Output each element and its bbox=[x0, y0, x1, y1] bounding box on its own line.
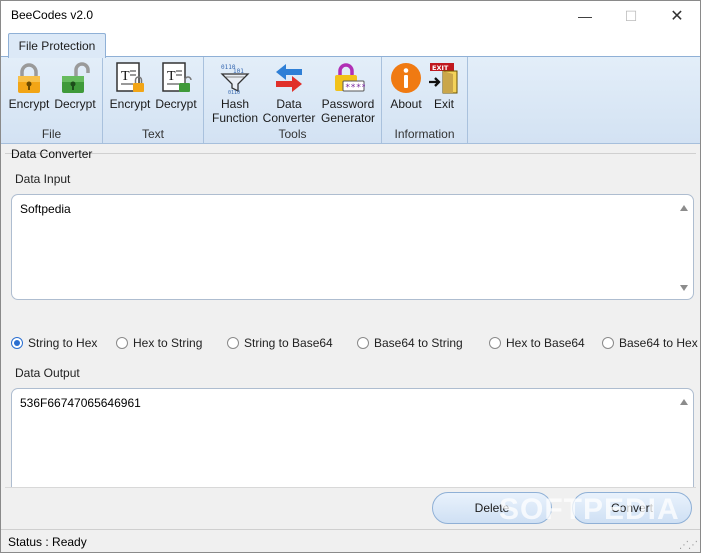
ribbon-group-text: T Encrypt T Decrypt Text bbox=[103, 57, 204, 143]
data-input-value[interactable]: Softpedia bbox=[20, 202, 71, 216]
password-generator-button[interactable]: **** Password Generator bbox=[318, 61, 378, 125]
exit-door-icon: EXIT bbox=[427, 61, 461, 95]
swap-arrows-icon bbox=[272, 61, 306, 95]
radio-label: Hex to String bbox=[133, 336, 203, 350]
file-encrypt-button[interactable]: Encrypt bbox=[7, 61, 51, 111]
radio-dot[interactable] bbox=[227, 337, 239, 349]
radio-label: Base64 to Hex bbox=[619, 336, 698, 350]
svg-text:****: **** bbox=[345, 83, 365, 93]
radio-base64-to-string[interactable]: Base64 to String bbox=[357, 336, 463, 350]
group-label-text: Text bbox=[141, 127, 164, 141]
scroll-down-icon[interactable] bbox=[680, 285, 688, 291]
resize-grip-icon[interactable]: ⋰⋰ bbox=[679, 540, 698, 551]
hash-function-label-2: Function bbox=[211, 111, 259, 125]
ribbon-group-tools: 0110 101 0110 Hash Function Data Convert… bbox=[204, 57, 382, 143]
file-encrypt-label: Encrypt bbox=[8, 97, 50, 111]
svg-text:0110: 0110 bbox=[228, 90, 240, 95]
data-output-value[interactable]: 536F66747065646961 bbox=[20, 396, 141, 410]
radio-dot[interactable] bbox=[357, 337, 369, 349]
panel-border bbox=[5, 153, 696, 154]
about-button[interactable]: About bbox=[385, 61, 427, 111]
radio-hex-to-base64[interactable]: Hex to Base64 bbox=[489, 336, 585, 350]
group-label-information: Information bbox=[394, 127, 455, 141]
group-label-file: File bbox=[41, 127, 62, 141]
radio-label: String to Hex bbox=[28, 336, 98, 350]
svg-text:T: T bbox=[121, 69, 130, 84]
data-input-label: Data Input bbox=[15, 172, 71, 186]
close-button[interactable]: ✕ bbox=[654, 1, 700, 31]
maximize-icon: ☐ bbox=[624, 7, 638, 24]
funnel-icon: 0110 101 0110 bbox=[218, 61, 252, 96]
hash-function-label-1: Hash bbox=[220, 97, 249, 111]
data-converter-label-1: Data bbox=[276, 97, 302, 111]
minimize-button[interactable]: — bbox=[562, 1, 608, 31]
data-output-textbox[interactable]: 536F66747065646961 bbox=[11, 388, 694, 498]
ribbon-group-file: Encrypt Decrypt File bbox=[1, 57, 103, 143]
radio-string-to-hex[interactable]: String to Hex bbox=[11, 336, 97, 350]
tab-file-protection[interactable]: File Protection bbox=[8, 33, 106, 58]
data-input-textbox[interactable]: Softpedia bbox=[11, 194, 694, 300]
panel-title: Data Converter bbox=[11, 147, 93, 161]
minimize-icon: — bbox=[578, 8, 592, 24]
text-encrypt-label: Encrypt bbox=[109, 97, 151, 111]
radio-hex-to-string[interactable]: Hex to String bbox=[116, 336, 202, 350]
about-label: About bbox=[390, 97, 422, 111]
status-bar: Status : Ready ⋰⋰ bbox=[1, 529, 700, 552]
file-decrypt-label: Decrypt bbox=[54, 97, 96, 111]
radio-base64-to-hex[interactable]: Base64 to Hex bbox=[602, 336, 698, 350]
scroll-up-icon[interactable] bbox=[680, 399, 688, 405]
radio-dot[interactable] bbox=[11, 337, 23, 349]
lock-closed-icon bbox=[12, 61, 46, 95]
delete-button[interactable]: Delete bbox=[432, 492, 552, 524]
text-decrypt-button[interactable]: T Decrypt bbox=[154, 61, 198, 111]
data-converter-button[interactable]: Data Converter bbox=[261, 61, 317, 125]
password-lock-icon: **** bbox=[331, 61, 367, 95]
ribbon-group-information: About EXIT Exit Information bbox=[382, 57, 468, 143]
window-title: BeeCodes v2.0 bbox=[11, 8, 94, 22]
close-icon: ✕ bbox=[670, 8, 684, 25]
radio-dot[interactable] bbox=[602, 337, 614, 349]
lock-open-icon bbox=[58, 61, 92, 95]
exit-label: Exit bbox=[433, 97, 454, 111]
radio-label: String to Base64 bbox=[244, 336, 333, 350]
radio-label: Base64 to String bbox=[374, 336, 463, 350]
maximize-button[interactable]: ☐ bbox=[608, 1, 654, 31]
text-decrypt-label: Decrypt bbox=[155, 97, 197, 111]
radio-dot[interactable] bbox=[116, 337, 128, 349]
app-window: BeeCodes v2.0 — ☐ ✕ File Protection Encr… bbox=[0, 0, 701, 553]
password-generator-label-1: Password bbox=[321, 97, 375, 111]
hash-function-button[interactable]: 0110 101 0110 Hash Function bbox=[208, 61, 262, 125]
status-text: Status : Ready bbox=[8, 535, 87, 549]
file-decrypt-button[interactable]: Decrypt bbox=[53, 61, 97, 111]
text-lock-icon: T bbox=[113, 61, 147, 95]
exit-button[interactable]: EXIT Exit bbox=[425, 61, 463, 111]
radio-dot[interactable] bbox=[489, 337, 501, 349]
ribbon: Encrypt Decrypt File T Encrypt T Decrypt… bbox=[1, 56, 700, 144]
text-unlock-icon: T bbox=[159, 61, 193, 95]
data-converter-label-2: Converter bbox=[262, 111, 316, 125]
scroll-up-icon[interactable] bbox=[680, 205, 688, 211]
radio-string-to-base64[interactable]: String to Base64 bbox=[227, 336, 333, 350]
svg-text:T: T bbox=[167, 69, 176, 84]
text-encrypt-button[interactable]: T Encrypt bbox=[108, 61, 152, 111]
title-bar: BeeCodes v2.0 — ☐ ✕ bbox=[1, 1, 700, 31]
group-label-tools: Tools bbox=[278, 127, 307, 141]
info-icon bbox=[389, 61, 423, 95]
data-output-label: Data Output bbox=[15, 366, 80, 380]
convert-button[interactable]: Convert bbox=[572, 492, 692, 524]
password-generator-label-2: Generator bbox=[320, 111, 376, 125]
ribbon-tab-strip: File Protection bbox=[1, 31, 700, 58]
radio-label: Hex to Base64 bbox=[506, 336, 585, 350]
